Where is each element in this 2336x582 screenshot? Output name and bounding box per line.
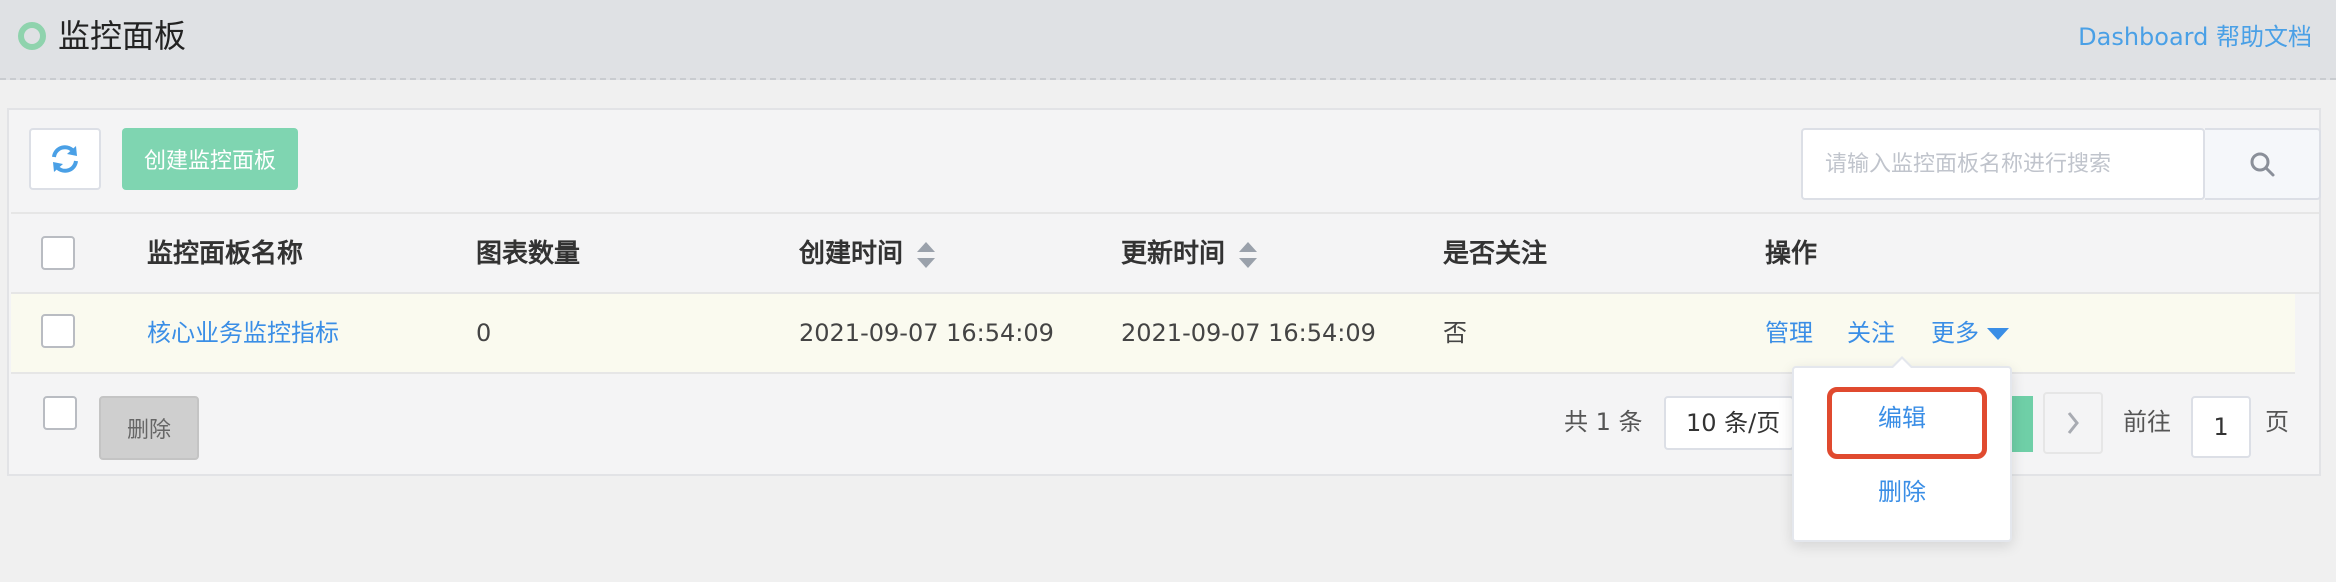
- goto-page-input[interactable]: 1: [2191, 396, 2251, 458]
- sort-icon[interactable]: [1239, 241, 1258, 268]
- refresh-button[interactable]: [29, 128, 101, 190]
- help-doc-link[interactable]: Dashboard 帮助文档: [2078, 20, 2312, 54]
- create-dashboard-button[interactable]: 创建监控面板: [122, 128, 298, 190]
- column-created-time[interactable]: 创建时间: [799, 236, 936, 272]
- footer-select-all-checkbox[interactable]: [43, 396, 77, 430]
- sort-icon[interactable]: [917, 241, 936, 268]
- table-header: 监控面板名称 图表数量 创建时间 更新时间 是否关注 操作: [11, 212, 2319, 294]
- column-chart-count: 图表数量: [476, 239, 581, 269]
- status-ring-icon: [18, 22, 46, 50]
- refresh-icon: [52, 145, 78, 173]
- column-actions: 操作: [1765, 239, 1818, 269]
- column-name: 监控面板名称: [147, 239, 304, 269]
- caret-down-icon: [1987, 328, 2009, 340]
- search-box: [1801, 128, 2205, 200]
- more-label: 更多: [1931, 319, 1979, 347]
- search-button[interactable]: [2205, 128, 2321, 200]
- row-checkbox[interactable]: [41, 314, 75, 348]
- edit-highlight-box: [1827, 387, 1987, 459]
- page-size-select[interactable]: 10 条/页: [1664, 396, 1794, 450]
- chart-count: 0: [476, 319, 492, 347]
- total-count: 共 1 条: [1564, 408, 1643, 436]
- dashboard-name-link[interactable]: 核心业务监控指标: [147, 316, 339, 350]
- manage-link[interactable]: 管理: [1765, 316, 1813, 350]
- search-input[interactable]: [1803, 130, 2205, 198]
- followed-status: 否: [1443, 319, 1467, 347]
- select-all-checkbox[interactable]: [41, 236, 75, 270]
- follow-link[interactable]: 关注: [1847, 316, 1895, 350]
- goto-label: 前往: [2123, 408, 2171, 436]
- created-time: 2021-09-07 16:54:09: [799, 319, 1054, 347]
- page-title: 监控面板: [58, 17, 187, 55]
- column-updated-time[interactable]: 更新时间: [1121, 236, 1258, 272]
- search-icon: [2250, 152, 2275, 177]
- bulk-delete-button[interactable]: 删除: [99, 396, 199, 460]
- column-created-label: 创建时间: [799, 239, 904, 269]
- updated-time: 2021-09-07 16:54:09: [1121, 319, 1376, 347]
- column-updated-label: 更新时间: [1121, 239, 1226, 269]
- table-row: 核心业务监控指标 0 2021-09-07 16:54:09 2021-09-0…: [11, 294, 2295, 374]
- column-followed: 是否关注: [1443, 239, 1548, 269]
- page-header: 监控面板 Dashboard 帮助文档: [0, 0, 2336, 80]
- chevron-right-icon: [2067, 412, 2079, 434]
- more-dropdown-trigger[interactable]: 更多: [1931, 316, 2009, 350]
- next-page-button[interactable]: [2043, 392, 2103, 454]
- dropdown-item-delete[interactable]: 删除: [1794, 474, 2010, 510]
- page-suffix-label: 页: [2265, 408, 2289, 436]
